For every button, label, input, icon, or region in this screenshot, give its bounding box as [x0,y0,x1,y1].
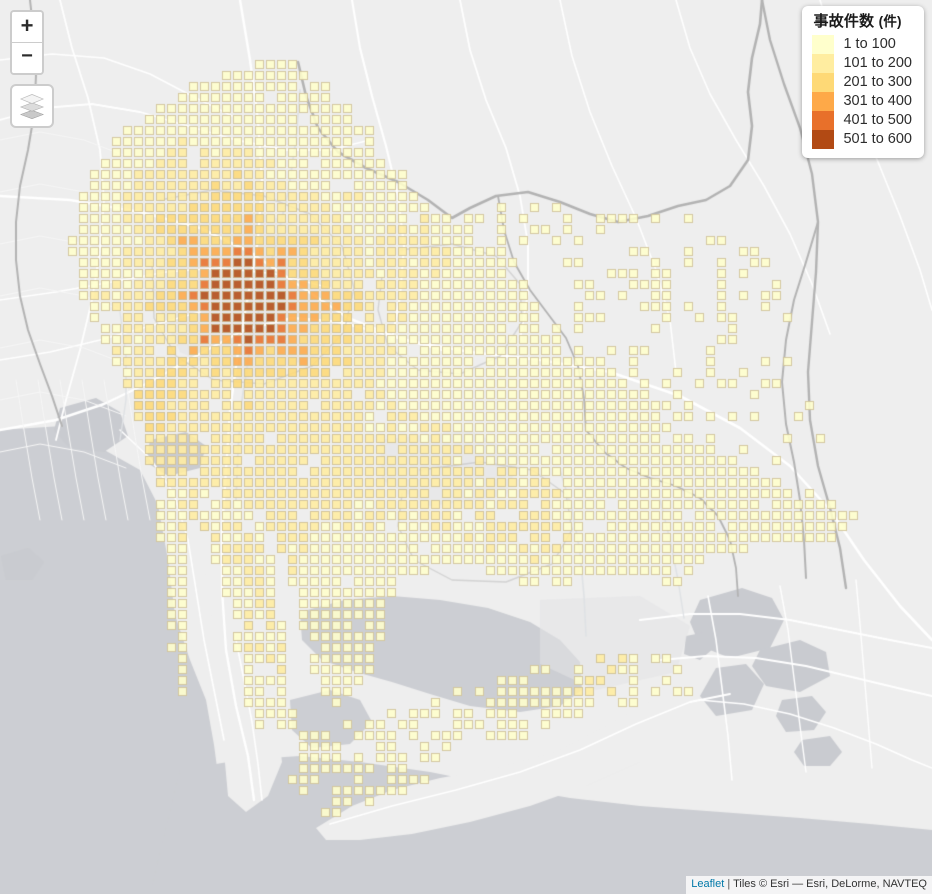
zoom-out-button[interactable]: − [12,43,42,73]
legend-item: 501 to 600 [812,130,912,149]
zoom-control[interactable]: + − [10,10,44,75]
attribution-tiles-text: Tiles © Esri — Esri, DeLorme, NAVTEQ [733,878,927,891]
legend-swatch [812,111,835,130]
legend-swatch [812,54,835,73]
legend-item: 1 to 100 [812,35,912,54]
legend-title: 事故件数 (件) [813,14,912,29]
map-container[interactable]: + − 事故件数 (件) 1 to 100 101 to 200 201 to 30… [0,0,932,894]
legend-unit: (件) [878,14,902,29]
legend: 事故件数 (件) 1 to 100 101 to 200 201 to 300 301… [802,6,924,158]
zoom-in-button[interactable]: + [12,12,42,43]
legend-swatch [812,92,835,111]
layers-icon [18,93,46,119]
legend-item: 201 to 300 [812,73,912,92]
legend-item: 401 to 500 [812,111,912,130]
leaflet-link[interactable]: Leaflet [691,878,724,890]
legend-label: 201 to 300 [843,74,912,91]
legend-item: 101 to 200 [812,54,912,73]
attribution-bar: Leaflet | Tiles © Esri — Esri, DeLorme, … [686,876,932,894]
legend-swatch [812,73,835,92]
legend-label: 401 to 500 [843,112,912,129]
legend-item: 301 to 400 [812,92,912,111]
legend-swatch [812,35,835,54]
layers-control[interactable] [10,84,54,128]
legend-title-text: 事故件数 [813,13,875,30]
legend-label: 501 to 600 [843,131,912,148]
accident-grid-layer[interactable] [0,0,932,894]
legend-label: 101 to 200 [843,55,912,72]
legend-label: 1 to 100 [843,36,896,53]
legend-items: 1 to 100 101 to 200 201 to 300 301 to 400 40… [812,35,912,149]
attribution-separator: | [724,878,734,891]
legend-label: 301 to 400 [843,93,912,110]
legend-swatch [812,130,835,149]
